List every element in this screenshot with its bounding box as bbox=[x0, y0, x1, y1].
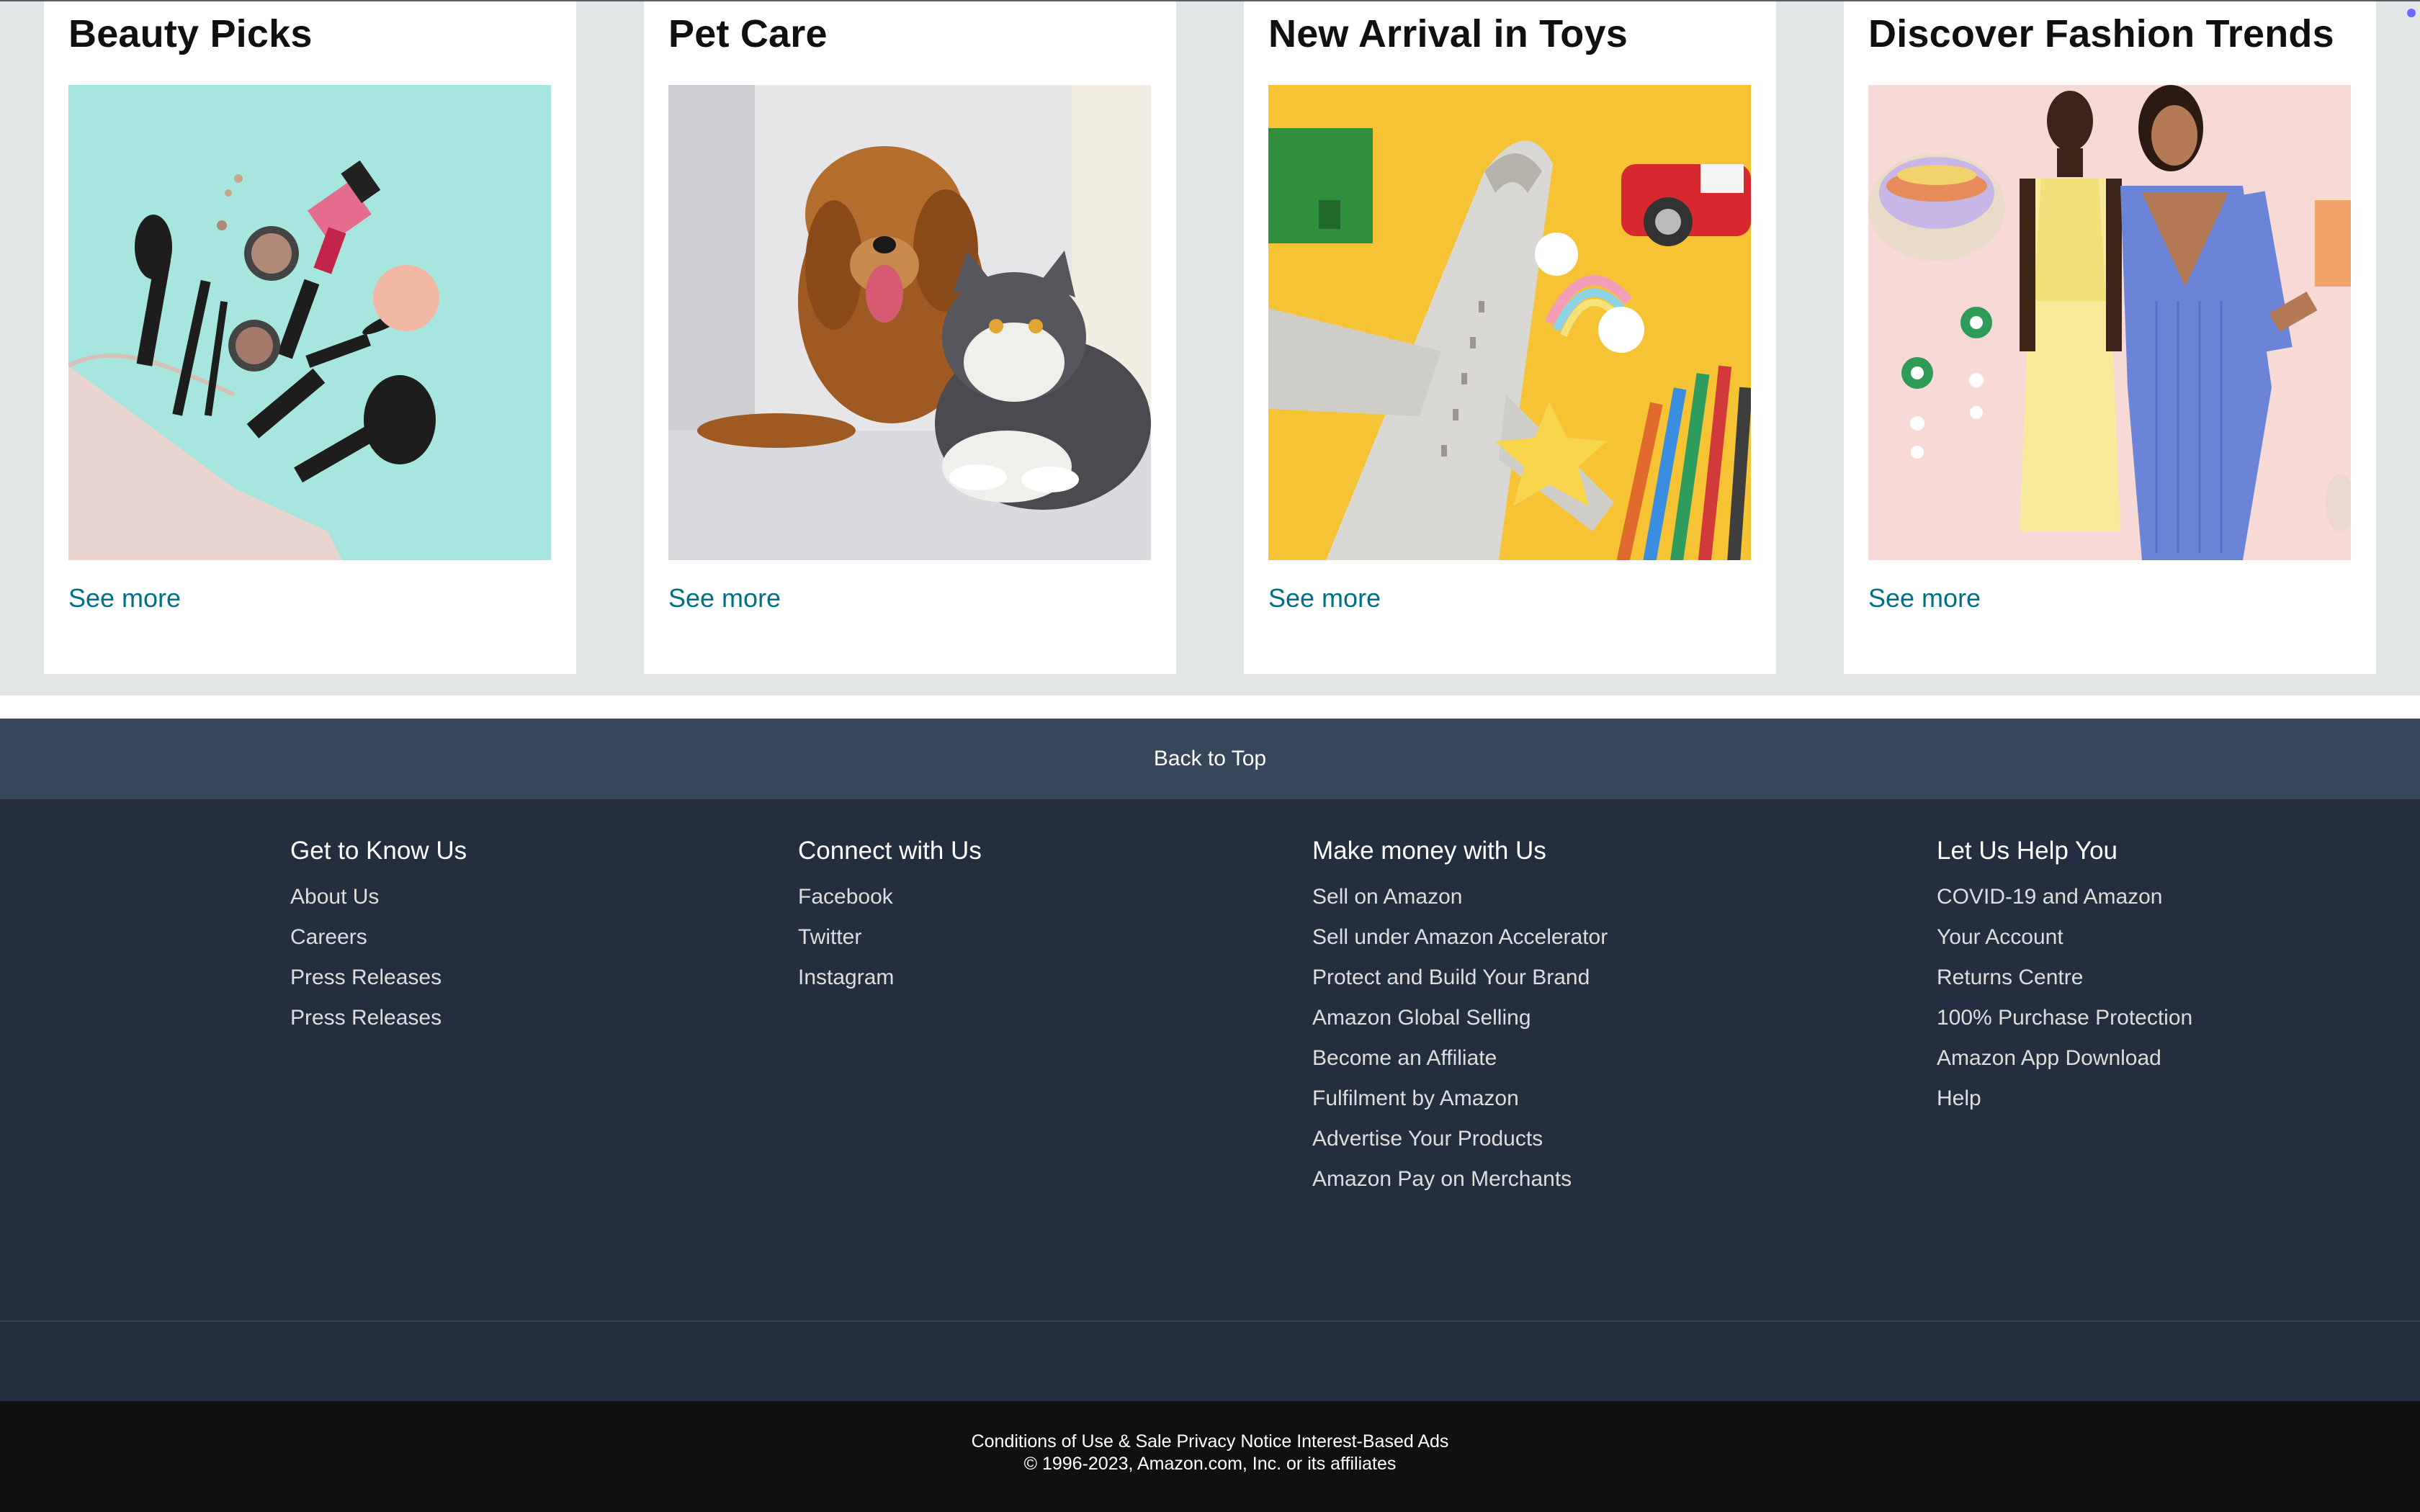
status-dot-icon bbox=[2407, 9, 2416, 17]
footer-column-help: Let Us Help You COVID-19 and Amazon Your… bbox=[1937, 837, 2192, 1119]
card-beauty-picks: Beauty Picks See more bbox=[44, 1, 576, 674]
footer-link-about-us[interactable]: About Us bbox=[290, 877, 467, 917]
footer-link-fulfilment[interactable]: Fulfilment by Amazon bbox=[1312, 1079, 1608, 1119]
footer-link-amazon-pay[interactable]: Amazon Pay on Merchants bbox=[1312, 1159, 1608, 1200]
footer-link-advertise[interactable]: Advertise Your Products bbox=[1312, 1119, 1608, 1159]
interest-based-ads-link[interactable]: Interest-Based Ads bbox=[1296, 1431, 1448, 1452]
footer-link-global-selling[interactable]: Amazon Global Selling bbox=[1312, 998, 1608, 1038]
privacy-notice-link[interactable]: Privacy Notice bbox=[1176, 1431, 1291, 1452]
makeup-products-image[interactable] bbox=[68, 85, 551, 560]
footer-divider bbox=[0, 1320, 2420, 1322]
card-title: Pet Care bbox=[668, 12, 828, 55]
footer-link-facebook[interactable]: Facebook bbox=[798, 877, 982, 917]
card-fashion: Discover Fashion Trends See more bbox=[1844, 1, 2376, 674]
footer-link-affiliate[interactable]: Become an Affiliate bbox=[1312, 1038, 1608, 1079]
footer-link-covid[interactable]: COVID-19 and Amazon bbox=[1937, 877, 2192, 917]
footer-column-title: Get to Know Us bbox=[290, 837, 467, 865]
footer-column-connect-with-us: Connect with Us Facebook Twitter Instagr… bbox=[798, 837, 982, 998]
footer-link-protect-brand[interactable]: Protect and Build Your Brand bbox=[1312, 958, 1608, 998]
dog-and-cat-image[interactable] bbox=[668, 85, 1151, 560]
copyright-text: © 1996-2023, Amazon.com, Inc. or its aff… bbox=[1023, 1454, 1397, 1474]
footer-link-twitter[interactable]: Twitter bbox=[798, 917, 982, 958]
section-spacer bbox=[0, 696, 2420, 719]
fashion-models-image[interactable] bbox=[1868, 85, 2351, 560]
footer-link-sell-on-amazon[interactable]: Sell on Amazon bbox=[1312, 877, 1608, 917]
see-more-link[interactable]: See more bbox=[668, 583, 781, 613]
card-toys: New Arrival in Toys See more bbox=[1244, 1, 1776, 674]
footer-column-title: Connect with Us bbox=[798, 837, 982, 865]
footer-link-press-releases[interactable]: Press Releases bbox=[290, 998, 467, 1038]
footer-column-make-money: Make money with Us Sell on Amazon Sell u… bbox=[1312, 837, 1608, 1200]
footer-link-careers[interactable]: Careers bbox=[290, 917, 467, 958]
see-more-link[interactable]: See more bbox=[1868, 583, 1981, 613]
footer-legal-bar: Conditions of Use & Sale Privacy Notice … bbox=[0, 1401, 2420, 1512]
footer-links-section: Get to Know Us About Us Careers Press Re… bbox=[0, 799, 2420, 1401]
category-cards-section: Beauty Picks See more Pet Care See more … bbox=[0, 0, 2420, 696]
legal-links: Conditions of Use & Sale Privacy Notice … bbox=[0, 1431, 2420, 1452]
footer-link-help[interactable]: Help bbox=[1937, 1079, 2192, 1119]
footer-column-title: Let Us Help You bbox=[1937, 837, 2118, 865]
footer-link-instagram[interactable]: Instagram bbox=[798, 958, 982, 998]
back-to-top-button[interactable]: Back to Top bbox=[0, 719, 2420, 799]
see-more-link[interactable]: See more bbox=[68, 583, 181, 613]
footer-link-app-download[interactable]: Amazon App Download bbox=[1937, 1038, 2192, 1079]
conditions-of-use-link[interactable]: Conditions of Use & Sale bbox=[972, 1431, 1172, 1452]
see-more-link[interactable]: See more bbox=[1268, 583, 1381, 613]
footer-link-purchase-protection[interactable]: 100% Purchase Protection bbox=[1937, 998, 2192, 1038]
footer-column-get-to-know-us: Get to Know Us About Us Careers Press Re… bbox=[290, 837, 467, 1038]
footer-link-returns[interactable]: Returns Centre bbox=[1937, 958, 2192, 998]
footer-link-amazon-accelerator[interactable]: Sell under Amazon Accelerator bbox=[1312, 917, 1608, 958]
toy-plane-and-pencils-image[interactable] bbox=[1268, 85, 1751, 560]
footer-column-title: Make money with Us bbox=[1312, 837, 1546, 865]
footer-link-press-releases[interactable]: Press Releases bbox=[290, 958, 467, 998]
card-pet-care: Pet Care See more bbox=[644, 1, 1176, 674]
footer-link-your-account[interactable]: Your Account bbox=[1937, 917, 2192, 958]
card-title: Beauty Picks bbox=[68, 12, 313, 55]
card-title: Discover Fashion Trends bbox=[1868, 12, 2334, 55]
card-title: New Arrival in Toys bbox=[1268, 12, 1628, 55]
